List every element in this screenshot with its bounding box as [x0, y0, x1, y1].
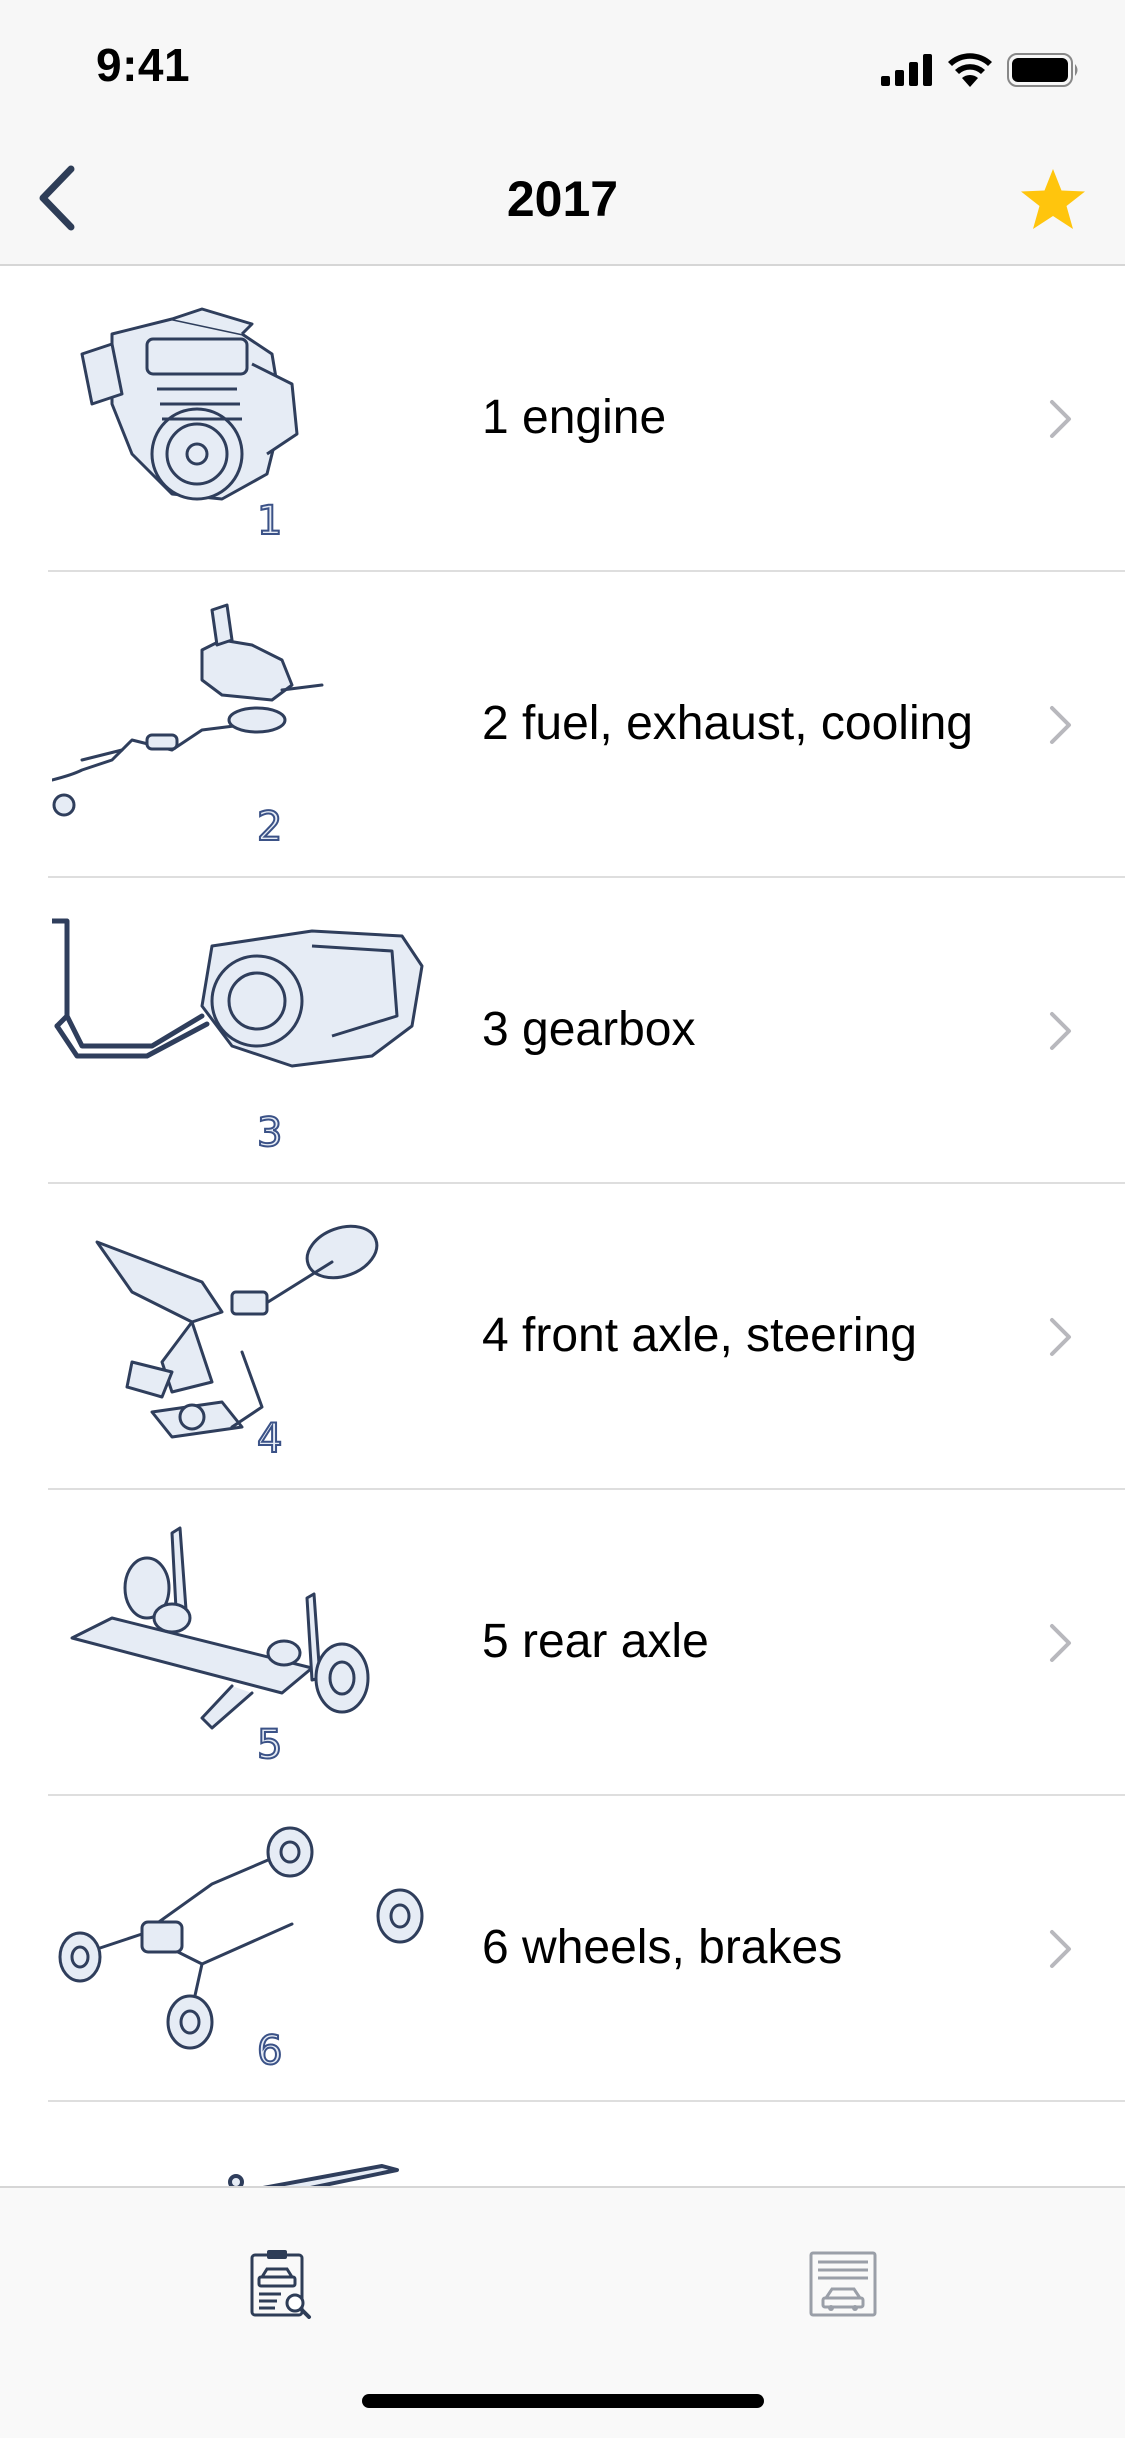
- status-icons: [881, 50, 1081, 90]
- list-item-label: 2 fuel, exhaust, cooling: [482, 697, 973, 750]
- chevron-right-icon: [1041, 572, 1081, 878]
- list-item-front-axle-steering[interactable]: 4 4 front axle, steering: [0, 1184, 1125, 1490]
- partial-illustration: [52, 2130, 442, 2190]
- tab-garage[interactable]: [783, 2228, 903, 2338]
- category-list: 1 1 engine 2 2 fuel, exhaust, cooling 3 …: [0, 266, 1125, 2190]
- fuel-exhaust-illustration: 2: [52, 600, 442, 850]
- row-badge-1: 1: [257, 498, 282, 544]
- home-indicator: [362, 2394, 764, 2408]
- status-time: 9:41: [96, 39, 191, 91]
- list-item-partial[interactable]: [0, 2102, 1125, 2190]
- list-item-rear-axle[interactable]: 5 5 rear axle: [0, 1490, 1125, 1796]
- list-item-label: 5 rear axle: [482, 1615, 709, 1668]
- chevron-right-icon: [1041, 1184, 1081, 1490]
- steering-illustration: 4: [52, 1212, 442, 1462]
- star-icon: [1021, 169, 1085, 229]
- list-item-wheels-brakes[interactable]: 6 6 wheels, brakes: [0, 1796, 1125, 2102]
- list-item-label: 3 gearbox: [482, 1003, 696, 1056]
- list-item-label: 6 wheels, brakes: [482, 1921, 843, 1974]
- chevron-right-icon: [1041, 266, 1081, 572]
- row-badge-6: 6: [257, 2028, 282, 2074]
- cellular-signal-icon: [881, 54, 932, 86]
- chevron-right-icon: [1041, 1490, 1081, 1796]
- list-item-label: 4 front axle, steering: [482, 1309, 917, 1362]
- status-bar: 9:41: [0, 0, 1125, 132]
- row-badge-2: 2: [257, 804, 282, 850]
- garage-icon: [809, 2251, 877, 2317]
- page-title: 2017: [506, 171, 619, 227]
- gearbox-illustration: 3: [52, 906, 442, 1156]
- chevron-right-icon: [1041, 878, 1081, 1184]
- navigation-bar: 2017: [0, 132, 1125, 266]
- row-badge-4: 4: [257, 1416, 282, 1462]
- favorite-button[interactable]: [1011, 160, 1095, 240]
- wifi-icon: [948, 53, 992, 87]
- battery-icon: [1007, 53, 1078, 87]
- row-badge-3: 3: [257, 1110, 282, 1156]
- row-badge-5: 5: [257, 1722, 282, 1768]
- list-item-fuel-exhaust-cooling[interactable]: 2 2 fuel, exhaust, cooling: [0, 572, 1125, 878]
- engine-illustration: 1: [52, 294, 442, 544]
- wheels-brakes-illustration: 6: [52, 1824, 442, 2074]
- list-item-label: 1 engine: [482, 391, 667, 444]
- tab-parts-catalog[interactable]: [222, 2228, 342, 2338]
- chevron-right-icon: [1041, 1796, 1081, 2102]
- list-item-gearbox[interactable]: 3 3 gearbox: [0, 878, 1125, 1184]
- rear-axle-illustration: 5: [52, 1518, 442, 1768]
- list-item-engine[interactable]: 1 1 engine: [0, 266, 1125, 572]
- parts-catalog-clipboard-icon: [250, 2250, 311, 2319]
